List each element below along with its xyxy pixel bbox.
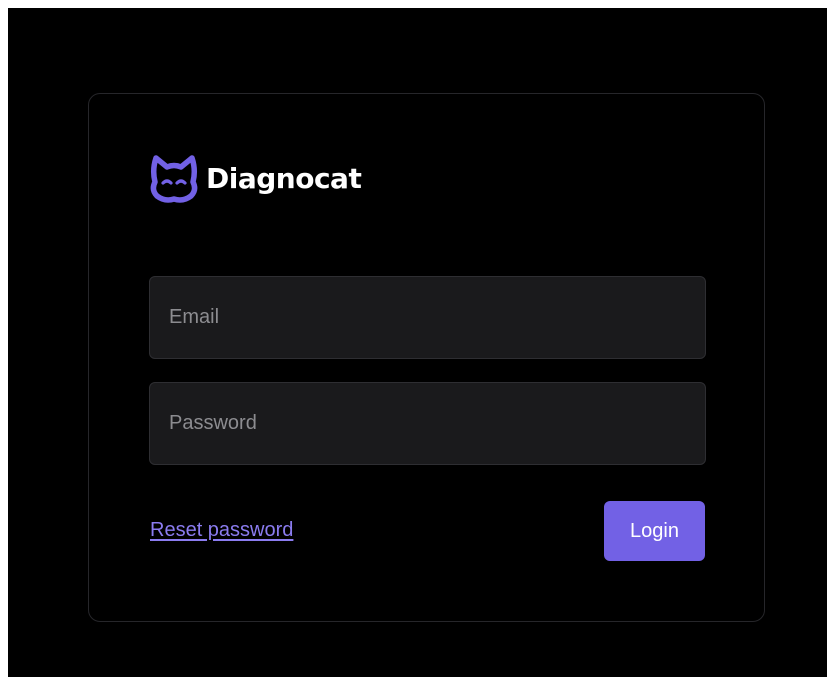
brand-name: Diagnocat	[206, 161, 362, 195]
page-background: Diagnocat Reset password Login	[8, 8, 827, 677]
login-button[interactable]: Login	[604, 501, 705, 561]
brand-logo: Diagnocat	[149, 152, 362, 204]
diagnocat-cat-logo-icon	[150, 155, 198, 203]
login-card: Diagnocat Reset password Login	[88, 93, 765, 622]
reset-password-link[interactable]: Reset password	[150, 519, 293, 542]
email-field[interactable]	[149, 276, 706, 359]
password-field[interactable]	[149, 382, 706, 465]
